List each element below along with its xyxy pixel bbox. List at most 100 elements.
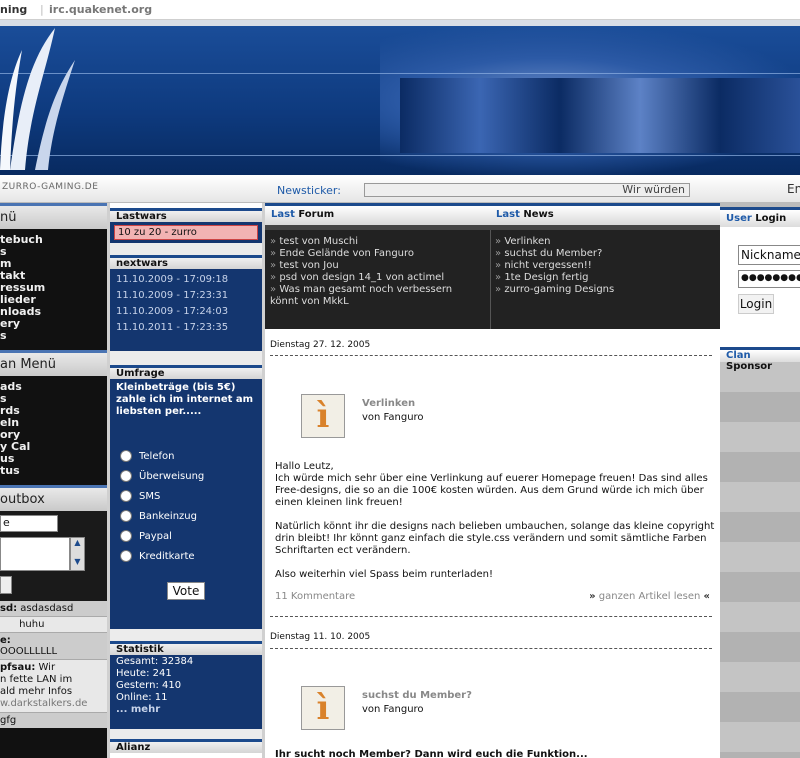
poll-option[interactable]: Bankeinzug (120, 506, 256, 526)
login-button[interactable]: Login (738, 294, 774, 314)
stat-entry: Gestern: 410 (116, 680, 182, 691)
scroll-up-icon[interactable]: ▲ (71, 538, 84, 547)
shout-entry: pfsau: Wir n fette LAN im ald mehr Infos w.… (0, 660, 107, 713)
menu-item[interactable]: m (0, 258, 107, 270)
article-body: Hallo Leutz, Ich würde mich sehr über ei… (275, 461, 715, 580)
last-box: » test von Muschi » Ende Gelände von Fan… (265, 225, 720, 329)
radio-button[interactable] (120, 510, 132, 522)
menu-item[interactable]: tus (0, 465, 107, 477)
nextwars-header: nextwars (110, 255, 262, 269)
left-column: nü tebuch s m takt ressum lieder nloads … (0, 203, 107, 758)
nextwar-entry[interactable]: 11.10.2011 - 17:23:35 (116, 320, 256, 336)
menu-item[interactable]: rds (0, 405, 107, 417)
comments-link[interactable]: 11 Kommentare (275, 591, 355, 602)
radio-button[interactable] (120, 470, 132, 482)
menu-item[interactable]: tebuch (0, 234, 107, 246)
menu-item[interactable]: nloads (0, 306, 107, 318)
poll-box: Kleinbeträge (bis 5€) zahle ich im inter… (110, 379, 262, 629)
forum-link[interactable]: » Ende Gelände von Fanguro (270, 248, 452, 260)
forum-link[interactable]: » test von Jou (270, 260, 452, 272)
nextwar-entry[interactable]: 11.10.2009 - 17:09:18 (116, 272, 256, 288)
article-author: von Fanguro (362, 412, 424, 423)
vote-button[interactable]: Vote (166, 582, 206, 600)
nextwars-box: 11.10.2009 - 17:09:18 11.10.2009 - 17:23… (110, 269, 262, 351)
shout-scrollbar[interactable]: ▲ ▼ (70, 537, 85, 571)
menu-item[interactable]: us (0, 453, 107, 465)
menu-item[interactable]: y Cal (0, 441, 107, 453)
stat-entry: Heute: 241 (116, 668, 172, 679)
news-link[interactable]: » 1te Design fertig (495, 272, 614, 284)
shout-submit-button[interactable] (0, 576, 12, 594)
menu-item[interactable]: ery (0, 318, 107, 330)
irc-link[interactable]: irc.quakenet.org (49, 3, 152, 16)
article-meta: 11 Kommentare » ganzen Artikel lesen « (275, 591, 710, 602)
right-column: User Login Nickname ●●●●●●●● Login Clan … (720, 203, 800, 758)
radio-button[interactable] (120, 490, 132, 502)
shout-entry: sd: asdasdasd (0, 601, 107, 617)
menu-item[interactable]: ory (0, 429, 107, 441)
forum-link[interactable]: » Was man gesamt noch verbessern (270, 284, 452, 296)
login-header: User Login (720, 207, 800, 227)
lastwars-box: 10 zu 20 - zurro (110, 222, 262, 243)
menu-item[interactable]: s (0, 330, 107, 342)
banner-image-strip (400, 78, 800, 153)
menu-item[interactable]: takt (0, 270, 107, 282)
news-link[interactable]: » nicht vergessen!! (495, 260, 614, 272)
menu-item[interactable]: ressum (0, 282, 107, 294)
flame-logo-icon (0, 28, 75, 170)
lastwar-entry[interactable]: 10 zu 20 - zurro (114, 225, 258, 240)
top-divider: | (40, 3, 44, 16)
menu-item[interactable]: lieder (0, 294, 107, 306)
poll-option[interactable]: Telefon (120, 446, 256, 466)
menu-item[interactable]: s (0, 246, 107, 258)
site-logo-text: ZURRO-GAMING.DE (2, 182, 99, 192)
news-category-icon: ì (301, 686, 345, 730)
article-title[interactable]: Verlinken (362, 398, 415, 409)
menu-header: nü (0, 203, 107, 229)
poll-option[interactable]: Kreditkarte (120, 546, 256, 566)
read-more-link[interactable]: » ganzen Artikel lesen « (589, 591, 710, 602)
forum-link[interactable]: » psd von design 14_1 von actimel (270, 272, 452, 284)
menu-item[interactable]: eln (0, 417, 107, 429)
article-date: Dienstag 27. 12. 2005 (270, 340, 371, 350)
poll-option[interactable]: Überweisung (120, 466, 256, 486)
shout-list: sd: asdasdasd huhu e: OOOLLLLLL pfsau: Wi… (0, 601, 107, 728)
radio-button[interactable] (120, 450, 132, 462)
menu-item[interactable]: s (0, 393, 107, 405)
main-menu: tebuch s m takt ressum lieder nloads ery… (0, 229, 107, 347)
last-forum-list: » test von Muschi » Ende Gelände von Fan… (270, 236, 452, 308)
shout-entry: gfg (0, 713, 107, 728)
password-input[interactable]: ●●●●●●●● (738, 270, 800, 288)
header-banner (0, 20, 800, 175)
allianz-header: Alianz (110, 739, 262, 753)
article-date: Dienstag 11. 10. 2005 (270, 632, 371, 642)
radio-button[interactable] (120, 530, 132, 542)
poll-options: Telefon Überweisung SMS Bankeinzug Paypa… (116, 446, 256, 566)
stats-header: Statistik (110, 641, 262, 655)
clan-menu: ads s rds eln ory y Cal us tus (0, 376, 107, 482)
forum-link-cont[interactable]: könnt von MkkL (270, 296, 452, 308)
article-title[interactable]: suchst du Member? (362, 690, 472, 701)
news-link[interactable]: » zurro-gaming Designs (495, 284, 614, 296)
last-tabs: Last Forum Last News (265, 203, 720, 225)
poll-option[interactable]: Paypal (120, 526, 256, 546)
news-link[interactable]: » Verlinken (495, 236, 614, 248)
radio-button[interactable] (120, 550, 132, 562)
menu-item[interactable]: ads (0, 381, 107, 393)
article-author: von Fanguro (362, 704, 424, 715)
stats-more-link[interactable]: ... mehr (116, 704, 256, 716)
poll-header: Umfrage (110, 365, 262, 379)
forum-link[interactable]: » test von Muschi (270, 236, 452, 248)
poll-option[interactable]: SMS (120, 486, 256, 506)
nextwar-entry[interactable]: 11.10.2009 - 17:23:31 (116, 288, 256, 304)
shout-text-area[interactable] (0, 537, 70, 571)
scroll-down-icon[interactable]: ▼ (71, 557, 84, 566)
news-link[interactable]: » suchst du Member? (495, 248, 614, 260)
login-box: Nickname ●●●●●●●● Login (720, 227, 800, 347)
right-edge-text: En (787, 182, 800, 196)
sponsor-area (720, 362, 800, 758)
last-news-heading: Last News (496, 209, 554, 220)
shout-name-input[interactable]: e (0, 515, 58, 532)
nextwar-entry[interactable]: 11.10.2009 - 17:24:03 (116, 304, 256, 320)
nickname-input[interactable]: Nickname (738, 245, 800, 265)
